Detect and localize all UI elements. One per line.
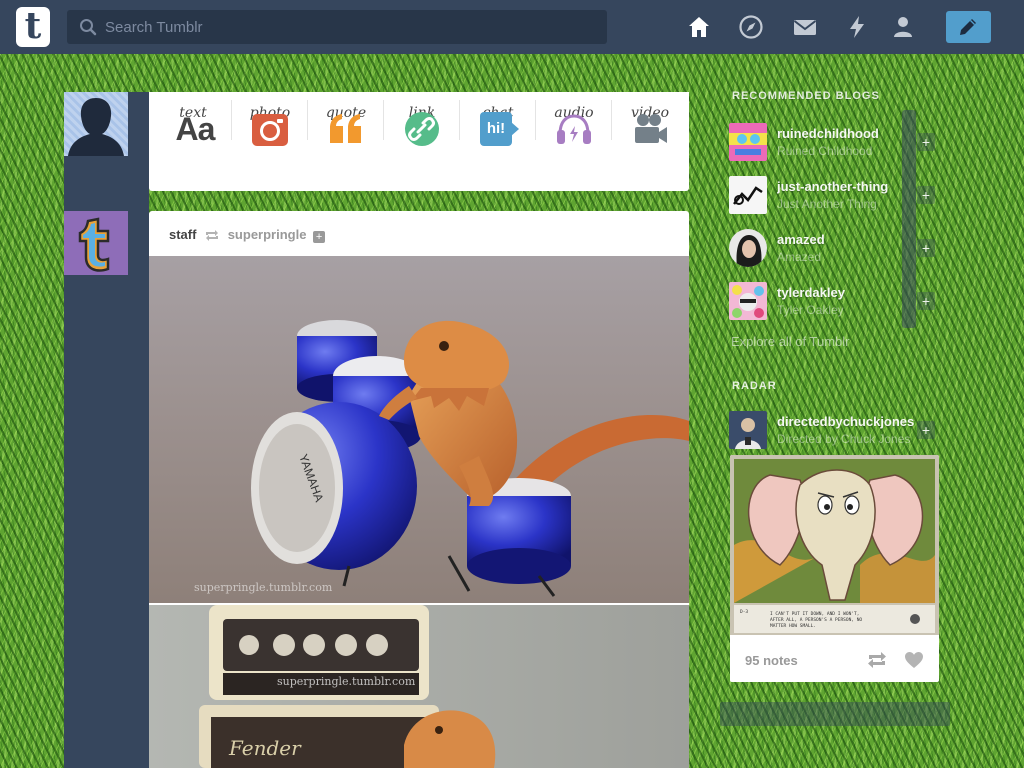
- notes-count[interactable]: 95 notes: [745, 653, 798, 668]
- pencil-icon: [960, 19, 976, 35]
- doodle-avatar-icon: [729, 176, 767, 214]
- inbox-icon[interactable]: [791, 13, 819, 41]
- post-type-photo[interactable]: photo: [232, 92, 308, 154]
- radar-post-card[interactable]: D-3 I CAN'T PUT IT DOWN, AND I WON'T, AF…: [730, 455, 939, 682]
- my-avatar[interactable]: [64, 92, 128, 156]
- search-box[interactable]: [67, 10, 607, 44]
- activity-icon[interactable]: [843, 13, 871, 41]
- link-icon: [405, 112, 439, 146]
- blog-title: Just Another Thing: [777, 197, 877, 211]
- dragon-amp-photo: Fender superpringle.tumblr.com: [149, 605, 689, 768]
- post-type-chat[interactable]: chat hi!: [460, 92, 536, 154]
- headphones-icon: [557, 114, 591, 144]
- sidebar-footer-bar: [720, 702, 950, 726]
- post-type-link[interactable]: link: [384, 92, 460, 154]
- photo-watermark: superpringle.tumblr.com: [194, 581, 333, 594]
- post-type-video[interactable]: video: [612, 92, 688, 154]
- explore-all-link[interactable]: Explore all of Tumblr: [731, 334, 850, 349]
- silhouette-icon: [68, 98, 124, 156]
- heart-icon[interactable]: [904, 651, 924, 669]
- blog-name: tylerdakley: [777, 285, 845, 300]
- reblog-icon[interactable]: [866, 651, 888, 669]
- post-header: staff superpringle +: [169, 227, 326, 245]
- dragon-drummer-photo: YAMAHA superpringle.tumblr.com: [149, 256, 689, 603]
- chat-tail-icon: [511, 122, 519, 136]
- quote-icon: [330, 114, 361, 143]
- explore-icon[interactable]: [737, 13, 765, 41]
- dashboard-post: staff superpringle + YAMAHA superpringle…: [149, 211, 689, 768]
- cartoon-avatar-icon: [729, 123, 767, 161]
- blog-title: Directed by Chuck Jones: [777, 432, 911, 446]
- follow-plus-icon[interactable]: +: [917, 239, 935, 257]
- blog-avatar: [729, 176, 767, 214]
- svg-text:AFTER ALL, A PERSON'S A PERSON: AFTER ALL, A PERSON'S A PERSON, NO: [770, 617, 862, 623]
- recommended-blogs-title: Recommended Blogs: [732, 90, 880, 102]
- search-icon: [80, 19, 97, 36]
- compose-button[interactable]: [946, 11, 991, 43]
- blog-title: Ruined Childhood: [777, 144, 873, 158]
- blog-name: amazed: [777, 232, 825, 247]
- chat-icon: hi!: [480, 112, 512, 146]
- horton-storyboard-image: D-3 I CAN'T PUT IT DOWN, AND I WON'T, AF…: [730, 455, 939, 635]
- staff-avatar[interactable]: [64, 211, 128, 275]
- post-photo[interactable]: YAMAHA superpringle.tumblr.com: [149, 256, 689, 603]
- chuck-jones-avatar-icon: [729, 411, 767, 449]
- post-type-quote[interactable]: quote: [308, 92, 384, 154]
- camera-icon: [252, 114, 288, 146]
- blog-title: Amazed: [777, 250, 822, 264]
- post-type-text[interactable]: text Aa: [155, 92, 231, 154]
- blog-avatar: [729, 282, 767, 320]
- radar-title: Radar: [732, 380, 777, 392]
- video-camera-icon: [635, 114, 667, 143]
- radar-blog[interactable]: directedbychuckjones Directed by Chuck J…: [729, 408, 939, 452]
- post-source-link[interactable]: superpringle: [228, 227, 307, 242]
- blog-title: Tyler Oakley: [777, 303, 844, 317]
- follow-plus-icon[interactable]: +: [917, 186, 935, 204]
- search-input[interactable]: [105, 10, 595, 44]
- svg-text:MATTER HOW SMALL.: MATTER HOW SMALL.: [770, 623, 816, 629]
- staff-t-logo-icon: [78, 217, 110, 272]
- tumblr-logo[interactable]: t: [16, 7, 50, 47]
- top-nav-bar: t: [0, 0, 1024, 54]
- home-icon[interactable]: [685, 13, 713, 41]
- post-photo-2[interactable]: Fender superpringle.tumblr.com: [149, 605, 689, 768]
- photo-watermark: superpringle.tumblr.com: [277, 675, 416, 688]
- portrait-avatar-icon: [729, 229, 767, 267]
- recommended-blog[interactable]: ruinedchildhood Ruined Childhood +: [729, 120, 939, 164]
- follow-plus-icon[interactable]: +: [917, 133, 935, 151]
- blog-avatar: [729, 229, 767, 267]
- post-author-link[interactable]: staff: [169, 227, 196, 242]
- blog-avatar: [729, 123, 767, 161]
- dashboard-column: [64, 92, 149, 768]
- reblog-icon: [206, 230, 219, 241]
- svg-text:D-3: D-3: [740, 609, 748, 615]
- post-type-selector: text Aa photo quote link chat hi!: [149, 92, 689, 191]
- follow-source-button[interactable]: +: [313, 231, 326, 243]
- account-icon[interactable]: [889, 13, 917, 41]
- svg-text:Fender: Fender: [228, 736, 302, 760]
- blog-avatar: [729, 411, 767, 449]
- blog-name: directedbychuckjones: [777, 414, 915, 429]
- blog-name: ruinedchildhood: [777, 126, 879, 141]
- post-type-audio[interactable]: audio: [536, 92, 612, 154]
- svg-text:I CAN'T PUT IT DOWN, AND I WON: I CAN'T PUT IT DOWN, AND I WON'T,: [770, 611, 859, 617]
- follow-plus-icon[interactable]: +: [917, 292, 935, 310]
- recommended-blog[interactable]: just-another-thing Just Another Thing +: [729, 173, 939, 217]
- follow-plus-icon[interactable]: +: [917, 421, 935, 439]
- text-icon: Aa: [175, 111, 216, 147]
- recommended-blog[interactable]: amazed Amazed +: [729, 226, 939, 270]
- blog-name: just-another-thing: [777, 179, 889, 194]
- recommended-blog[interactable]: tylerdakley Tyler Oakley +: [729, 279, 939, 323]
- colorful-avatar-icon: [729, 282, 767, 320]
